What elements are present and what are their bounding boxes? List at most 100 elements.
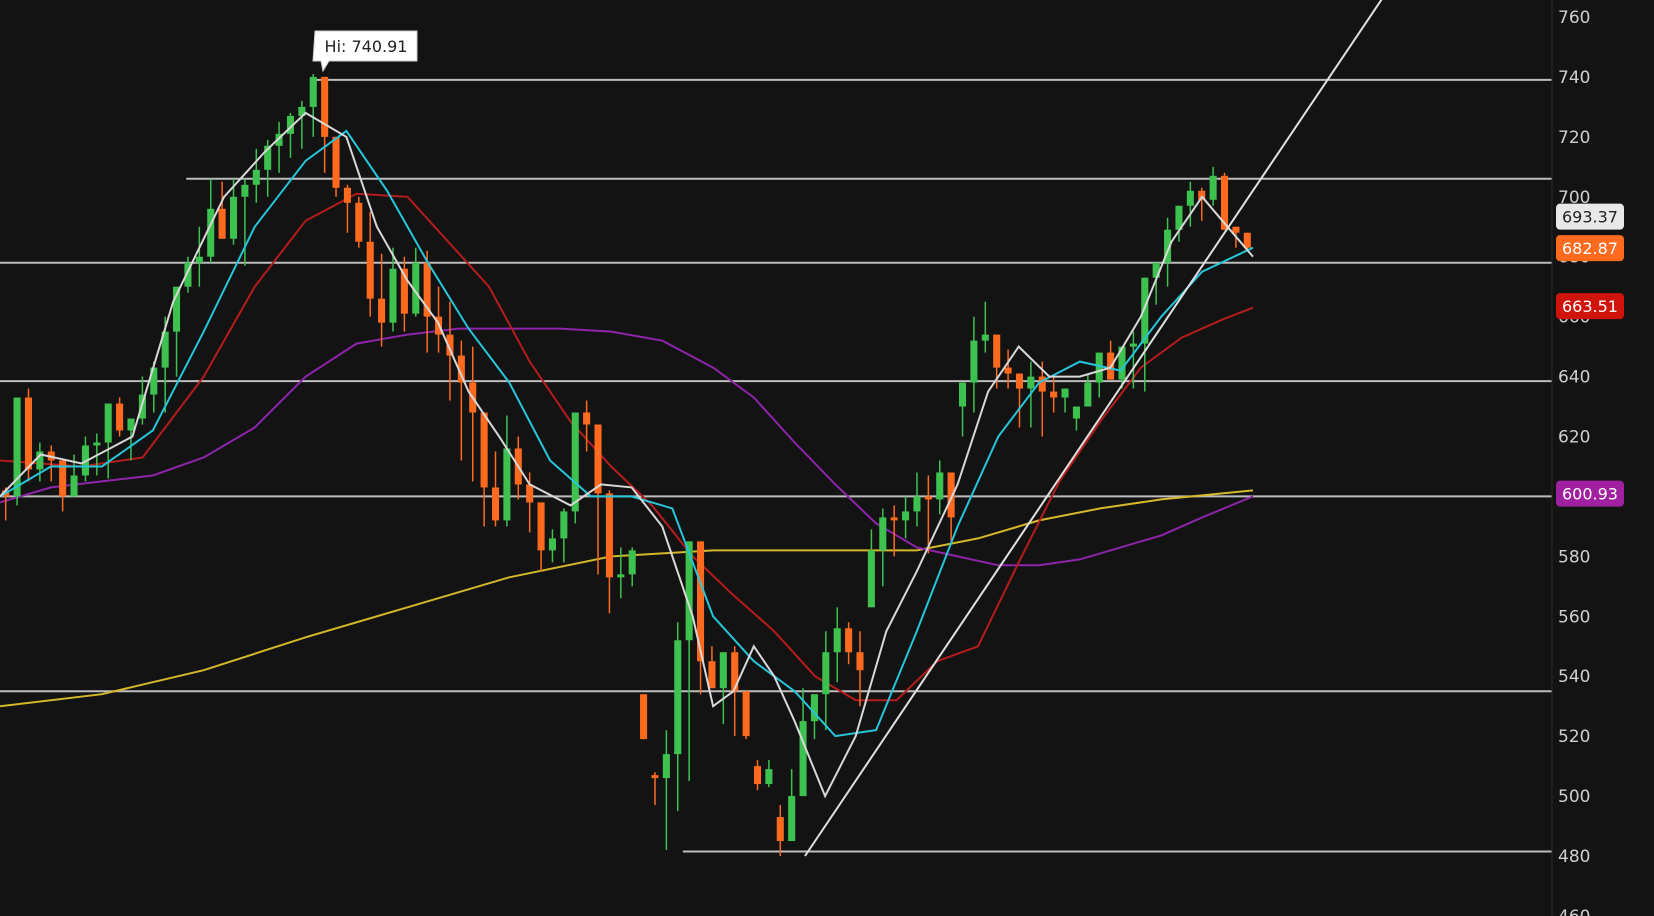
- candle-body: [1095, 352, 1103, 383]
- hi-label: Hi: 740.91: [325, 37, 408, 56]
- candle-body: [867, 550, 875, 608]
- candle[interactable]: [13, 397, 21, 506]
- candle-body: [765, 769, 773, 785]
- price-chart[interactable]: 7607407207006806606406206005805605405205…: [0, 0, 1654, 916]
- candle-body: [753, 766, 762, 785]
- candle-body: [207, 208, 215, 257]
- candle-body: [856, 652, 864, 671]
- candle-body: [1129, 343, 1137, 347]
- y-tick-label: 580: [1558, 547, 1590, 567]
- candle-body: [674, 640, 682, 755]
- candle[interactable]: [332, 136, 340, 197]
- candle-body: [833, 628, 841, 653]
- candle[interactable]: [640, 694, 648, 740]
- chart-background: [0, 0, 1654, 916]
- y-tick-label: 520: [1558, 727, 1590, 747]
- candle-body: [321, 76, 329, 137]
- candle-body: [583, 412, 591, 425]
- candle-body: [708, 661, 716, 689]
- candle-body: [640, 694, 648, 740]
- candle-body: [332, 136, 340, 188]
- candle-body: [845, 628, 853, 653]
- candle-body: [1072, 406, 1080, 419]
- candle-body: [503, 448, 511, 521]
- candle-body: [241, 184, 249, 197]
- candle-body: [617, 574, 625, 578]
- candle-body: [993, 334, 1001, 368]
- y-tick-label: 540: [1558, 667, 1590, 687]
- candle-body: [879, 517, 887, 551]
- candle-body: [1243, 232, 1251, 248]
- price-tag: 663.51: [1556, 293, 1624, 320]
- candle-body: [628, 550, 636, 575]
- candle-body: [1015, 373, 1024, 389]
- candle-body: [822, 652, 830, 695]
- candle-body: [605, 493, 613, 578]
- price-tag-label: 682.87: [1562, 239, 1618, 258]
- candle-body: [116, 403, 124, 431]
- candle-body: [537, 502, 545, 551]
- candle-body: [594, 424, 602, 494]
- candle-body: [719, 652, 727, 689]
- candle-body: [902, 511, 910, 521]
- candle-body: [70, 475, 78, 497]
- candle-body: [788, 796, 796, 842]
- candle-body: [981, 334, 989, 341]
- candle-body: [924, 496, 932, 500]
- price-tag: 600.93: [1556, 480, 1624, 507]
- candle-body: [571, 412, 579, 512]
- y-tick-label: 560: [1558, 607, 1590, 627]
- candle-body: [1027, 376, 1035, 389]
- y-tick-label: 740: [1558, 68, 1590, 88]
- candle-body: [24, 397, 33, 470]
- candle-body: [1186, 190, 1194, 206]
- candle-body: [104, 403, 112, 443]
- candle-body: [913, 496, 921, 512]
- candle-body: [1050, 391, 1058, 398]
- candle[interactable]: [742, 691, 750, 740]
- candle-body: [970, 340, 978, 383]
- y-tick-label: 460: [1558, 907, 1590, 916]
- candle-body: [662, 754, 670, 779]
- y-tick-label: 640: [1558, 368, 1590, 388]
- candle-body: [378, 298, 386, 323]
- candle-body: [1209, 175, 1217, 200]
- candle-body: [890, 517, 898, 521]
- candle-body: [1232, 226, 1240, 233]
- candle[interactable]: [355, 196, 363, 248]
- candle-body: [218, 208, 226, 239]
- candle-body: [526, 484, 534, 503]
- y-tick-label: 620: [1558, 428, 1590, 448]
- candle-body: [480, 412, 488, 488]
- y-tick-label: 500: [1558, 787, 1590, 807]
- candle-body: [1084, 382, 1092, 407]
- candle-body: [560, 511, 568, 539]
- candle-body: [309, 76, 317, 107]
- candle-body: [389, 268, 397, 323]
- candle-body: [685, 541, 693, 641]
- candle-body: [355, 202, 363, 242]
- price-tag-label: 693.37: [1562, 208, 1618, 227]
- y-tick-label: 720: [1558, 128, 1590, 148]
- candle-body: [742, 691, 750, 737]
- y-tick-label: 480: [1558, 847, 1590, 867]
- candle-body: [195, 256, 203, 263]
- candle-body: [252, 169, 260, 185]
- candle-body: [491, 487, 500, 521]
- candle-body: [366, 241, 374, 299]
- candle-body: [229, 196, 238, 239]
- candle-body: [776, 817, 784, 842]
- candle-body: [651, 775, 659, 779]
- candle-body: [127, 418, 135, 431]
- candle-body: [936, 472, 944, 500]
- candle-body: [548, 538, 556, 551]
- price-tag-label: 600.93: [1562, 485, 1618, 504]
- price-tag-label: 663.51: [1562, 297, 1618, 316]
- candle-body: [1004, 367, 1012, 374]
- candle-body: [343, 187, 351, 203]
- candle-body: [1061, 388, 1069, 398]
- candle-body: [959, 382, 967, 407]
- candle-body: [93, 442, 101, 446]
- y-tick-label: 760: [1558, 8, 1590, 28]
- candle[interactable]: [571, 412, 579, 524]
